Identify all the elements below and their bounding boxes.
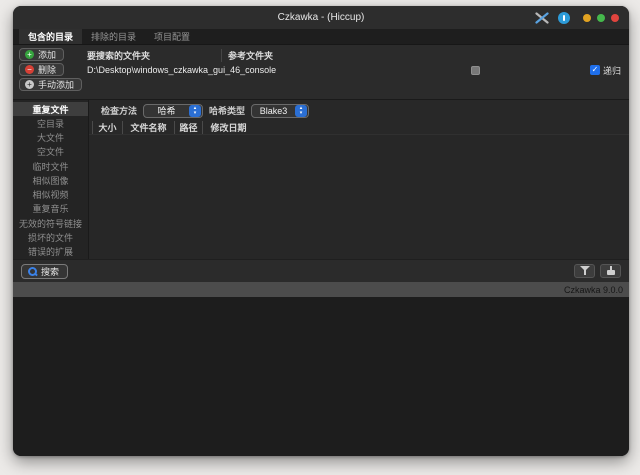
sidebar-item-big-files[interactable]: 大文件 — [13, 131, 88, 145]
results-table-body[interactable] — [89, 135, 629, 259]
settings-button[interactable] — [534, 11, 549, 24]
recursive-option: ✓ 递归 — [563, 64, 629, 77]
window-title: Czkawka - (Hiccup) — [278, 12, 365, 23]
wrench-screwdriver-icon — [535, 12, 549, 24]
hash-type-select[interactable]: Blake3 ▴▾ — [251, 104, 309, 118]
titlebar-actions — [534, 6, 619, 29]
app-window: Czkawka - (Hiccup) 包含的目录 排除的目录 项目配置 — [13, 6, 629, 456]
main-area: 重复文件 空目录 大文件 空文件 临时文件 相似图像 相似视频 重复音乐 无效的… — [13, 99, 629, 259]
hash-type-label: 哈希类型 — [209, 104, 245, 117]
plus-circle-outline-icon: + — [25, 80, 34, 89]
sidebar-item-invalid-symlinks[interactable]: 无效的符号链接 — [13, 216, 88, 230]
column-path[interactable]: 路径 — [174, 121, 202, 134]
window-controls — [583, 14, 619, 22]
minus-circle-icon: − — [25, 65, 34, 74]
check-method-select[interactable]: 哈希 ▴▾ — [143, 104, 203, 118]
column-file-name[interactable]: 文件名称 — [122, 121, 174, 134]
stepper-icon[interactable]: ▴▾ — [189, 105, 201, 117]
sidebar-item-empty-files[interactable]: 空文件 — [13, 145, 88, 159]
column-reference-folders: 参考文件夹 — [222, 49, 629, 62]
tool-sidebar: 重复文件 空目录 大文件 空文件 临时文件 相似图像 相似视频 重复音乐 无效的… — [13, 100, 89, 259]
directory-path[interactable]: D:\Desktop\windows_czkawka_gui_46_consol… — [83, 65, 387, 75]
column-search-folders: 要搜索的文件夹 — [83, 49, 222, 62]
funnel-icon — [579, 266, 591, 276]
add-directory-button[interactable]: + 添加 — [19, 48, 64, 61]
log-panel[interactable] — [13, 297, 629, 456]
tab-excluded-directories[interactable]: 排除的目录 — [82, 29, 145, 44]
sidebar-item-music-duplicates[interactable]: 重复音乐 — [13, 202, 88, 216]
stepper-icon[interactable]: ▴▾ — [295, 105, 307, 117]
brush-icon — [605, 266, 617, 276]
directory-tabs: 包含的目录 排除的目录 项目配置 — [13, 29, 629, 45]
results-table-header: 大小 文件名称 路径 修改日期 — [89, 121, 629, 135]
filter-button[interactable] — [574, 264, 595, 278]
sidebar-item-bad-extensions[interactable]: 错误的扩展 — [13, 245, 88, 259]
tab-included-directories[interactable]: 包含的目录 — [19, 29, 82, 44]
reference-checkbox[interactable] — [471, 66, 480, 75]
directory-row[interactable]: D:\Desktop\windows_czkawka_gui_46_consol… — [83, 62, 629, 78]
sidebar-item-temporary-files[interactable]: 临时文件 — [13, 159, 88, 173]
included-directories-table: 要搜索的文件夹 参考文件夹 D:\Desktop\windows_czkawka… — [83, 45, 629, 99]
brush-button[interactable] — [600, 264, 621, 278]
tab-project-config[interactable]: 项目配置 — [145, 29, 199, 44]
magnifier-icon — [28, 267, 37, 276]
sidebar-item-similar-images[interactable]: 相似图像 — [13, 173, 88, 187]
search-label: 搜索 — [41, 265, 59, 278]
reference-cell — [387, 66, 563, 75]
maximize-dot-icon[interactable] — [597, 14, 605, 22]
close-dot-icon[interactable] — [611, 14, 619, 22]
bottom-action-bar: 搜索 — [13, 259, 629, 282]
remove-label: 删除 — [38, 63, 56, 76]
column-modification-date[interactable]: 修改日期 — [202, 121, 254, 134]
sidebar-item-broken-files[interactable]: 损坏的文件 — [13, 230, 88, 244]
check-method-label: 检查方法 — [101, 104, 137, 117]
sidebar-item-duplicate-files[interactable]: 重复文件 — [13, 102, 88, 116]
app-version: Czkawka 9.0.0 — [564, 285, 623, 295]
directory-buttons: + 添加 − 删除 + 手动添加 — [13, 45, 83, 99]
search-button[interactable]: 搜索 — [21, 264, 68, 279]
recursive-checkbox[interactable]: ✓ — [590, 65, 600, 75]
add-label: 添加 — [38, 48, 56, 61]
directories-table-header: 要搜索的文件夹 参考文件夹 — [83, 49, 629, 62]
status-bar: Czkawka 9.0.0 — [13, 282, 629, 297]
directories-panel: + 添加 − 删除 + 手动添加 要搜索的文件夹 参考文件夹 D:\Deskto… — [13, 45, 629, 99]
manual-add-button[interactable]: + 手动添加 — [19, 78, 82, 91]
title-bar: Czkawka - (Hiccup) — [13, 6, 629, 29]
plus-circle-icon: + — [25, 50, 34, 59]
manual-add-label: 手动添加 — [38, 78, 74, 91]
column-size[interactable]: 大小 — [92, 121, 122, 134]
minimize-dot-icon[interactable] — [583, 14, 591, 22]
sidebar-item-similar-videos[interactable]: 相似视频 — [13, 188, 88, 202]
bottom-right-buttons — [574, 264, 621, 278]
remove-directory-button[interactable]: − 删除 — [19, 63, 64, 76]
about-button[interactable] — [558, 12, 570, 24]
scan-settings-row: 检查方法 哈希 ▴▾ 哈希类型 Blake3 ▴▾ — [89, 100, 629, 121]
info-icon — [563, 15, 565, 21]
results-panel: 检查方法 哈希 ▴▾ 哈希类型 Blake3 ▴▾ 大小 文件名称 路径 修改日… — [89, 100, 629, 259]
sidebar-item-empty-directories[interactable]: 空目录 — [13, 116, 88, 130]
recursive-label: 递归 — [603, 64, 621, 77]
